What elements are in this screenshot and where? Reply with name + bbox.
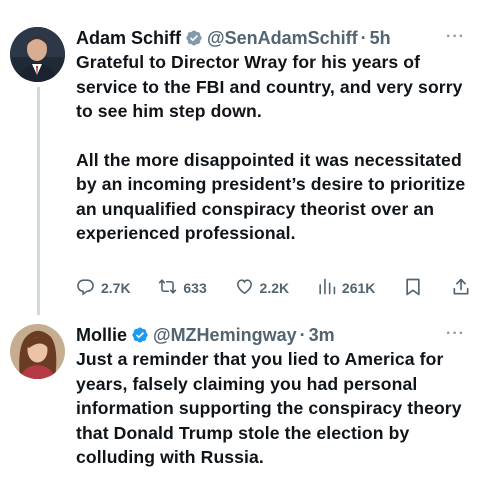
verified-badge-icon — [131, 326, 149, 344]
tweet-adam-schiff[interactable]: Adam Schiff @SenAdamSchiff · 5h ··· Grat… — [0, 0, 479, 315]
author-handle[interactable]: @SenAdamSchiff — [207, 27, 358, 49]
views-icon — [317, 277, 336, 299]
separator-dot: · — [299, 325, 306, 345]
tweet-actions: 2.7K 633 2.2K 261K — [76, 276, 471, 300]
bookmark-button[interactable] — [403, 277, 423, 300]
views-button[interactable]: 261K — [317, 277, 375, 299]
like-count: 2.2K — [259, 280, 290, 296]
separator-dot: · — [360, 28, 367, 48]
tweet-header: Adam Schiff @SenAdamSchiff · 5h — [76, 27, 469, 49]
tweet-header: Mollie @MZHemingway · 3m — [76, 324, 469, 346]
tweet-paragraph: Grateful to Director Wray for his years … — [76, 52, 463, 121]
timestamp[interactable]: 3m — [309, 324, 335, 346]
thread-line — [37, 87, 40, 315]
reply-button[interactable]: 2.7K — [76, 277, 131, 299]
tweet-text: Just a reminder that you lied to America… — [76, 347, 471, 470]
reply-count: 2.7K — [101, 280, 131, 296]
more-options-icon[interactable]: ··· — [446, 325, 465, 343]
views-count: 261K — [341, 280, 376, 296]
share-button[interactable] — [451, 277, 471, 300]
like-icon — [235, 277, 254, 299]
repost-count: 633 — [183, 280, 207, 296]
share-icon — [451, 277, 471, 300]
author-name[interactable]: Adam Schiff — [76, 27, 181, 49]
verified-badge-icon — [185, 29, 203, 47]
tweet-text: Grateful to Director Wray for his years … — [76, 50, 471, 246]
like-button[interactable]: 2.2K — [235, 277, 290, 299]
avatar[interactable] — [10, 27, 65, 82]
tweet-paragraph: Just a reminder that you lied to America… — [76, 349, 462, 467]
avatar[interactable] — [10, 324, 65, 379]
tweet-mollie[interactable]: Mollie @MZHemingway · 3m ··· Just a remi… — [0, 310, 479, 500]
author-handle[interactable]: @MZHemingway — [153, 324, 297, 346]
author-name[interactable]: Mollie — [76, 324, 127, 346]
bookmark-icon — [403, 277, 423, 300]
repost-button[interactable]: 633 — [158, 277, 207, 299]
repost-icon — [158, 277, 177, 299]
timestamp[interactable]: 5h — [370, 27, 391, 49]
reply-icon — [76, 277, 95, 299]
more-options-icon[interactable]: ··· — [446, 28, 465, 46]
tweet-paragraph: All the more disappointed it was necessi… — [76, 149, 466, 244]
